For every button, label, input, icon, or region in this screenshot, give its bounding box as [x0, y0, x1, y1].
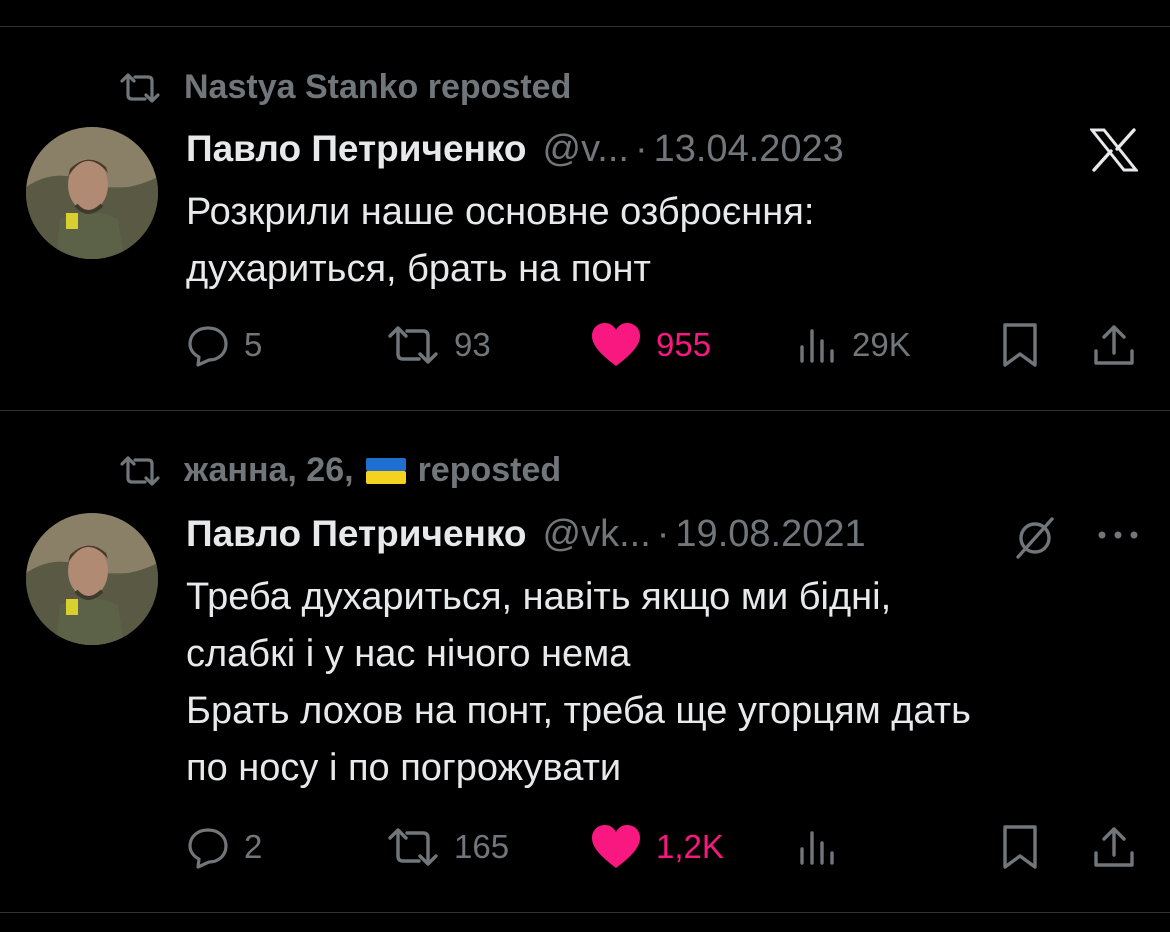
- repost-button[interactable]: 165: [386, 822, 509, 872]
- reply-count: 2: [244, 828, 263, 865]
- tweet-header: Павло Петриченко @vk... · 19.08.2021: [186, 513, 866, 556]
- tweet-date[interactable]: 13.04.2023: [654, 128, 844, 171]
- like-button[interactable]: 955: [590, 320, 711, 370]
- repost-button[interactable]: 93: [386, 320, 491, 370]
- grok-icon[interactable]: [1012, 515, 1058, 561]
- bookmark-button[interactable]: [1000, 822, 1040, 872]
- share-icon: [1094, 827, 1134, 867]
- like-count: 1,2K: [656, 828, 724, 865]
- repost-icon: [388, 828, 438, 866]
- share-button[interactable]: [1092, 320, 1136, 370]
- x-logo-icon[interactable]: [1090, 128, 1138, 172]
- separator-dot: ·: [656, 513, 670, 555]
- reply-icon: [188, 326, 228, 367]
- separator-dot: ·: [634, 128, 648, 170]
- ukraine-flag-icon: [365, 457, 406, 484]
- bottom-divider: [0, 912, 1170, 913]
- views-icon: [800, 831, 834, 865]
- reply-count: 5: [244, 326, 263, 363]
- more-dots-icon[interactable]: [1096, 529, 1140, 541]
- tweet-1[interactable]: Nastya Stanko reposted Павло Петриченко …: [0, 0, 1170, 410]
- author-handle[interactable]: @v...: [543, 128, 629, 171]
- author-name[interactable]: Павло Петриченко: [186, 128, 527, 170]
- tweet-text: Треба духариться, навіть якщо ми бідні, …: [186, 576, 971, 789]
- like-button[interactable]: 1,2K: [590, 822, 724, 872]
- repost-indicator: жанна, 26, reposted: [118, 451, 561, 490]
- tweet-2[interactable]: жанна, 26, reposted Павло Петриченко @vk…: [0, 411, 1170, 911]
- views-button[interactable]: 29K: [798, 320, 911, 370]
- bookmark-button[interactable]: [1000, 320, 1040, 370]
- repost-indicator: Nastya Stanko reposted: [118, 68, 571, 107]
- bookmark-icon: [1003, 323, 1037, 367]
- author-handle[interactable]: @vk...: [543, 513, 651, 556]
- avatar[interactable]: [26, 127, 158, 259]
- reply-icon: [188, 828, 228, 869]
- share-button[interactable]: [1092, 822, 1136, 872]
- heart-filled-icon: [592, 825, 640, 868]
- reply-button[interactable]: 5: [186, 320, 262, 370]
- repost-count: 93: [454, 326, 491, 363]
- share-icon: [1094, 325, 1134, 365]
- action-bar: 5 93 955 29K: [186, 320, 1146, 370]
- author-name[interactable]: Павло Петриченко: [186, 513, 527, 555]
- bookmark-icon: [1003, 825, 1037, 869]
- views-icon: [800, 329, 834, 363]
- tweet-text: Розкрили наше основне озброєння: духарит…: [186, 191, 815, 290]
- repost-icon: [388, 326, 438, 364]
- repost-label-name[interactable]: жанна, 26,: [184, 451, 354, 490]
- tweet-header: Павло Петриченко @v... · 13.04.2023: [186, 128, 844, 171]
- views-button[interactable]: [798, 822, 852, 872]
- avatar[interactable]: [26, 513, 158, 645]
- views-count: 29K: [852, 326, 911, 363]
- repost-label-suffix: reposted: [417, 451, 562, 489]
- like-count: 955: [656, 326, 712, 363]
- tweet-date[interactable]: 19.08.2021: [675, 513, 865, 556]
- action-bar: 2 165 1,2K: [186, 822, 1146, 872]
- repost-icon: [120, 72, 160, 103]
- repost-label[interactable]: Nastya Stanko reposted: [184, 68, 571, 107]
- repost-count: 165: [454, 828, 510, 865]
- heart-filled-icon: [592, 323, 640, 366]
- reply-button[interactable]: 2: [186, 822, 262, 872]
- repost-icon: [120, 455, 160, 486]
